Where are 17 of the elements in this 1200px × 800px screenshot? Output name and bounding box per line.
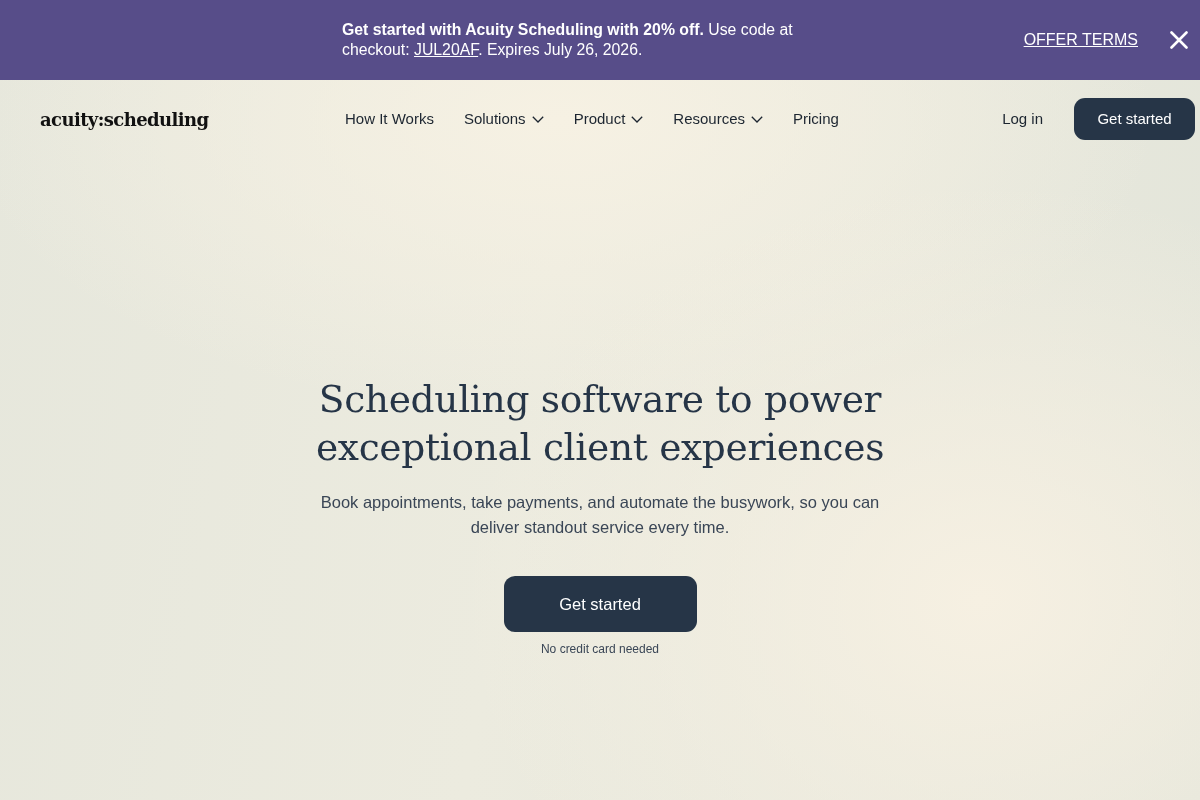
close-button[interactable] (1170, 31, 1188, 49)
close-icon (1170, 31, 1188, 49)
nav-link[interactable]: How It Works (345, 107, 434, 131)
hero-heading: Scheduling software to power exceptional client experiences (314, 376, 886, 471)
get-started-button[interactable]: Get started (1074, 98, 1195, 140)
get-started-button[interactable]: Get started (503, 576, 697, 632)
nav-link[interactable]: Product (573, 107, 644, 131)
login-link[interactable]: Log in (1002, 107, 1043, 131)
promo-message: Get started with Acuity Scheduling with 20% off. Use code at checkout: JUL20AF. Expires July 26, 2026. (342, 20, 794, 60)
offer-terms-link[interactable]: OFFER TERMS (1023, 28, 1138, 52)
nav-link[interactable]: Pricing (793, 107, 839, 131)
nav-link[interactable]: Resources (673, 107, 764, 131)
hero-subheading: Book appointments, take payments, and automate the busywork, so you can deliver standout service every time. (319, 492, 881, 538)
logo[interactable]: acuity:scheduling (40, 105, 345, 133)
promo-code-link[interactable]: JUL20AF (414, 41, 479, 58)
no-credit-card-note: No credit card needed (540, 641, 660, 658)
nav-link[interactable]: Solutions (463, 107, 544, 131)
